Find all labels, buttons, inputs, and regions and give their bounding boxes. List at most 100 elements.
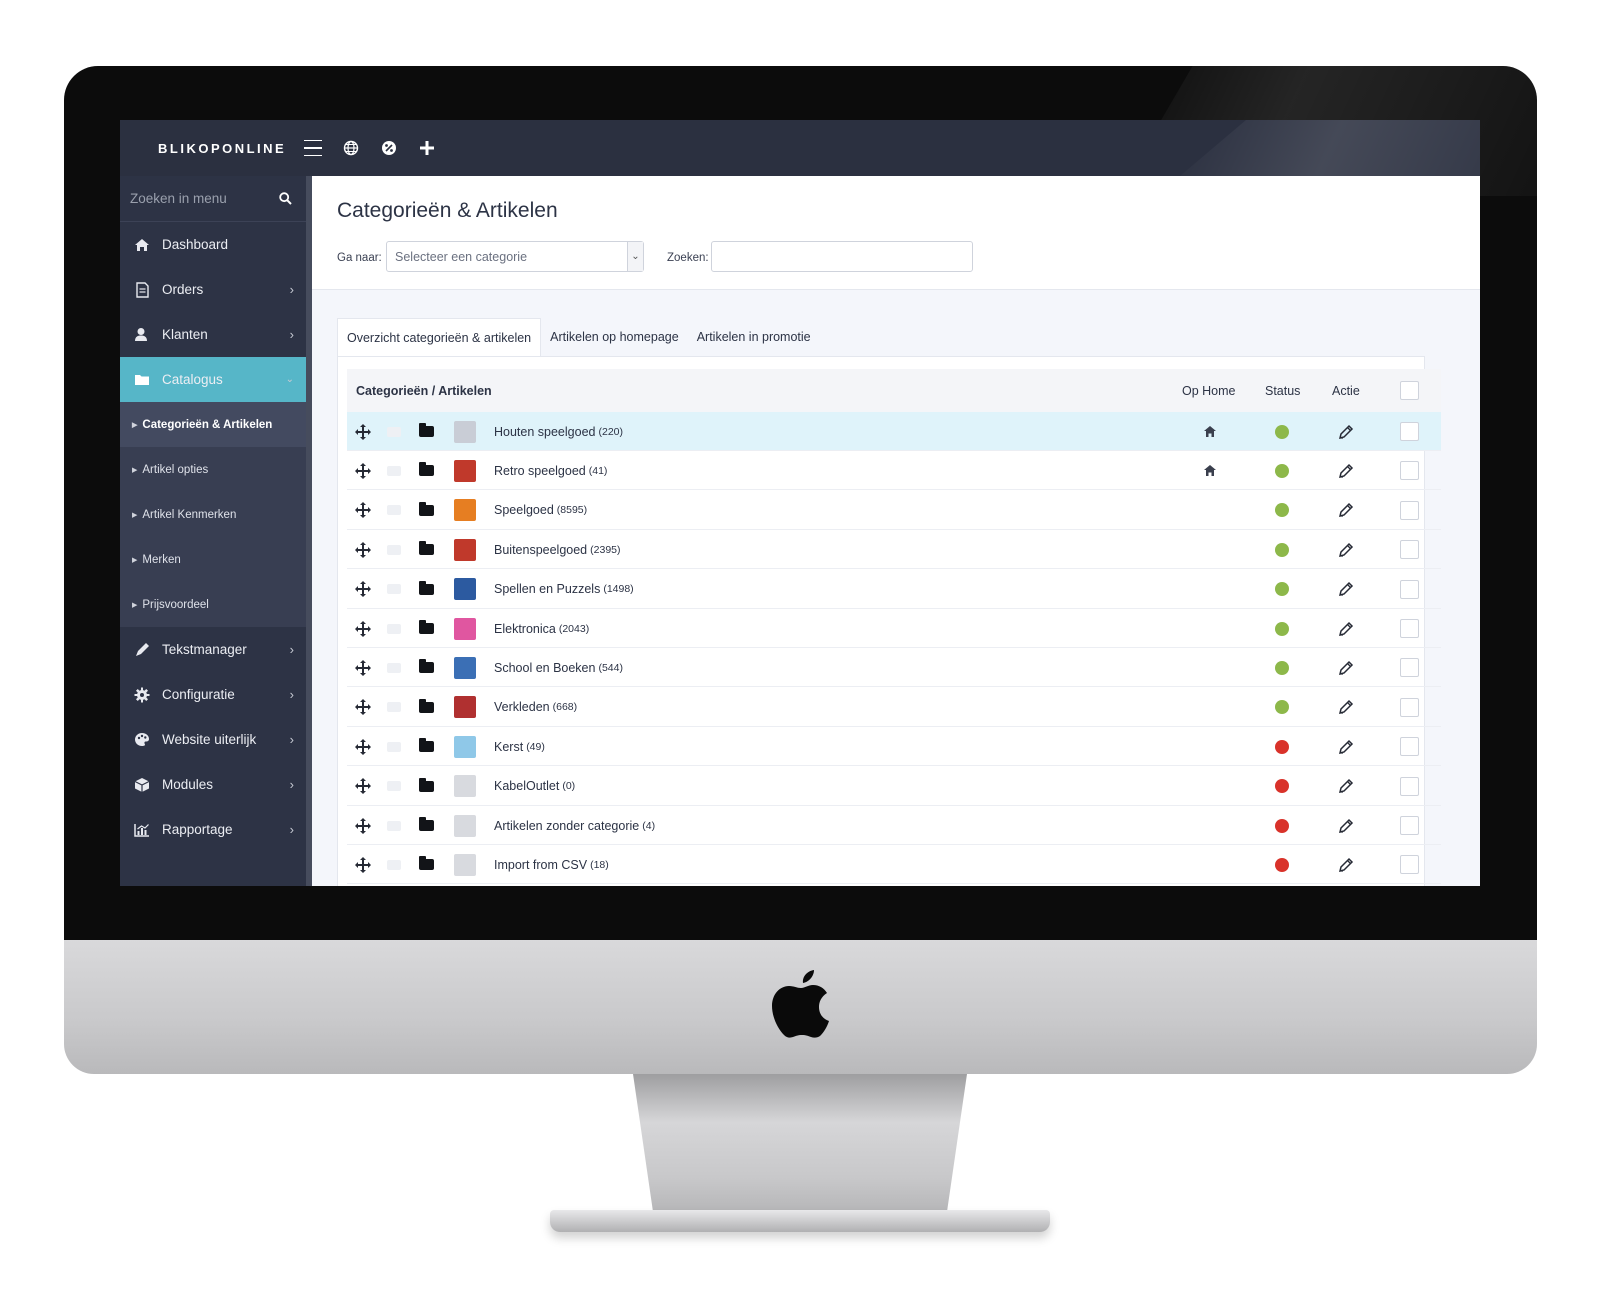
row-select-checkbox[interactable] (1400, 767, 1419, 806)
folder-icon[interactable] (417, 609, 435, 648)
edit-icon[interactable] (1334, 412, 1358, 451)
chevron-down-icon[interactable]: ⌄ (627, 242, 643, 271)
category-name-link[interactable]: School en Boeken (544) (494, 648, 623, 687)
tab-homepage[interactable]: Artikelen op homepage (541, 318, 688, 356)
folder-icon[interactable] (417, 451, 435, 490)
category-name-link[interactable]: Kerst (49) (494, 727, 545, 766)
edit-icon[interactable] (1334, 530, 1358, 569)
row-select-checkbox[interactable] (1400, 727, 1419, 766)
search-icon[interactable] (279, 192, 292, 205)
plus-icon[interactable] (416, 137, 438, 159)
row-select-checkbox[interactable] (1400, 412, 1419, 451)
category-name-link[interactable]: Elektronica (2043) (494, 609, 589, 648)
submenu-item-categorieen-artikelen[interactable]: ▶ Categorieën & Artikelen (120, 402, 306, 447)
folder-icon[interactable] (417, 806, 435, 845)
edit-icon[interactable] (1334, 491, 1358, 530)
row-select-checkbox[interactable] (1400, 648, 1419, 687)
category-select[interactable]: Selecteer een categorie ⌄ (386, 241, 644, 272)
status-indicator[interactable] (1272, 451, 1292, 490)
sidebar-item-modules[interactable]: Modules › (120, 762, 306, 807)
edit-icon[interactable] (1334, 806, 1358, 845)
status-indicator[interactable] (1272, 491, 1292, 530)
status-indicator[interactable] (1272, 412, 1292, 451)
drag-handle-icon[interactable] (354, 530, 372, 569)
table-row[interactable]: Import from CSV (18) (347, 845, 1441, 885)
table-row[interactable]: KabelOutlet (0) (347, 767, 1441, 806)
search-input[interactable] (711, 241, 973, 272)
folder-icon[interactable] (417, 530, 435, 569)
drag-handle-icon[interactable] (354, 491, 372, 530)
category-name-link[interactable]: Verkleden (668) (494, 688, 577, 727)
folder-icon[interactable] (417, 648, 435, 687)
submenu-item-prijsvoordeel[interactable]: ▶ Prijsvoordeel (120, 582, 306, 627)
folder-icon[interactable] (417, 688, 435, 727)
tab-promotie[interactable]: Artikelen in promotie (688, 318, 820, 356)
home-icon[interactable] (1200, 451, 1220, 490)
folder-icon[interactable] (417, 491, 435, 530)
row-select-checkbox[interactable] (1400, 806, 1419, 845)
drag-handle-icon[interactable] (354, 767, 372, 806)
sidebar-item-dashboard[interactable]: Dashboard (120, 222, 306, 267)
table-row[interactable]: Verkleden (668) (347, 688, 1441, 727)
folder-icon[interactable] (417, 727, 435, 766)
drag-handle-icon[interactable] (354, 806, 372, 845)
drag-handle-icon[interactable] (354, 609, 372, 648)
edit-icon[interactable] (1334, 648, 1358, 687)
category-name-link[interactable]: KabelOutlet (0) (494, 767, 575, 806)
row-select-checkbox[interactable] (1400, 688, 1419, 727)
home-icon[interactable] (1200, 412, 1220, 451)
drag-handle-icon[interactable] (354, 648, 372, 687)
table-row[interactable]: Elektronica (2043) (347, 609, 1441, 648)
row-select-checkbox[interactable] (1400, 609, 1419, 648)
edit-icon[interactable] (1334, 609, 1358, 648)
status-indicator[interactable] (1272, 767, 1292, 806)
edit-icon[interactable] (1334, 451, 1358, 490)
submenu-item-merken[interactable]: ▶ Merken (120, 537, 306, 582)
submenu-item-artikel-kenmerken[interactable]: ▶ Artikel Kenmerken (120, 492, 306, 537)
menu-icon[interactable] (302, 137, 324, 159)
category-name-link[interactable]: Artikelen zonder categorie (4) (494, 806, 655, 845)
sidebar-item-orders[interactable]: Orders › (120, 267, 306, 312)
table-row[interactable]: School en Boeken (544) (347, 648, 1441, 688)
drag-handle-icon[interactable] (354, 412, 372, 451)
status-indicator[interactable] (1272, 609, 1292, 648)
folder-icon[interactable] (417, 570, 435, 609)
select-all-checkbox[interactable] (1400, 381, 1419, 400)
status-indicator[interactable] (1272, 530, 1292, 569)
row-select-checkbox[interactable] (1400, 451, 1419, 490)
table-row[interactable]: Kerst (49) (347, 727, 1441, 767)
sidebar-item-website-uiterlijk[interactable]: Website uiterlijk › (120, 717, 306, 762)
row-select-checkbox[interactable] (1400, 570, 1419, 609)
sidebar-item-tekstmanager[interactable]: Tekstmanager › (120, 627, 306, 672)
status-indicator[interactable] (1272, 688, 1292, 727)
edit-icon[interactable] (1334, 845, 1358, 884)
row-select-checkbox[interactable] (1400, 845, 1419, 884)
category-name-link[interactable]: Houten speelgoed (220) (494, 412, 623, 451)
folder-icon[interactable] (417, 845, 435, 884)
drag-handle-icon[interactable] (354, 688, 372, 727)
drag-handle-icon[interactable] (354, 845, 372, 884)
table-row[interactable]: Houten speelgoed (220) (347, 412, 1441, 451)
edit-icon[interactable] (1334, 688, 1358, 727)
drag-handle-icon[interactable] (354, 727, 372, 766)
sidebar-item-rapportage[interactable]: Rapportage › (120, 807, 306, 852)
table-row[interactable]: Speelgoed (8595) (347, 491, 1441, 530)
brand-logo[interactable]: BLIKOPONLINE (158, 141, 286, 156)
folder-icon[interactable] (417, 767, 435, 806)
drag-handle-icon[interactable] (354, 451, 372, 490)
edit-icon[interactable] (1334, 570, 1358, 609)
table-row[interactable]: Spellen en Puzzels (1498) (347, 570, 1441, 609)
table-row[interactable]: Artikelen zonder categorie (4) (347, 806, 1441, 845)
row-select-checkbox[interactable] (1400, 491, 1419, 530)
globe-icon[interactable] (340, 137, 362, 159)
category-name-link[interactable]: Speelgoed (8595) (494, 491, 587, 530)
edit-icon[interactable] (1334, 767, 1358, 806)
tab-overzicht[interactable]: Overzicht categorieën & artikelen (337, 318, 542, 356)
sidebar-search-input[interactable] (130, 191, 260, 206)
status-indicator[interactable] (1272, 806, 1292, 845)
category-name-link[interactable]: Buitenspeelgoed (2395) (494, 530, 621, 569)
table-row[interactable]: Retro speelgoed (41) (347, 451, 1441, 491)
sidebar-item-catalogus[interactable]: Catalogus ⌄ (120, 357, 306, 402)
table-row[interactable]: Buitenspeelgoed (2395) (347, 530, 1441, 570)
sidebar-item-configuratie[interactable]: Configuratie › (120, 672, 306, 717)
